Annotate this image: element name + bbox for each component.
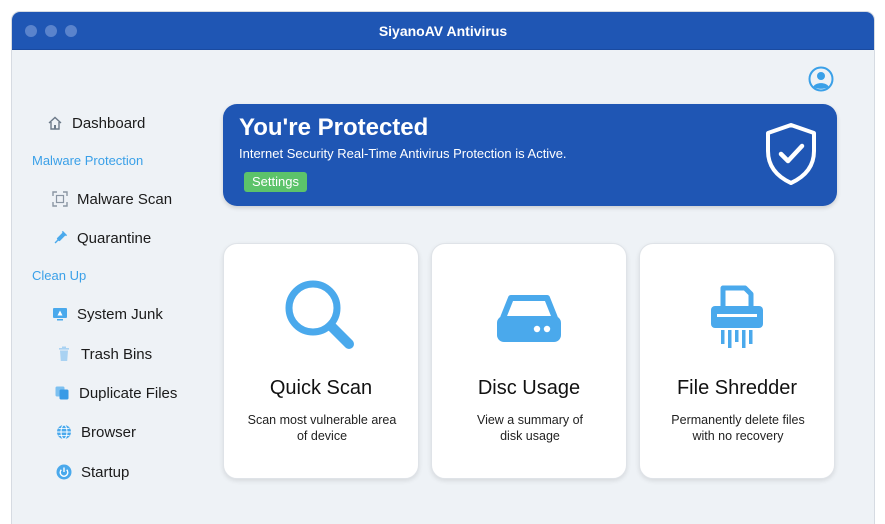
app-window: SiyanoAV Antivirus Dashboard Malware Pro…: [12, 12, 874, 524]
disc-usage-card[interactable]: Disc Usage View a summary of disk usage: [431, 243, 627, 479]
trash-icon: [55, 345, 73, 363]
power-icon: [55, 463, 73, 481]
shield-check-icon: [766, 123, 816, 185]
sidebar-item-label: Quarantine: [77, 229, 152, 247]
sidebar-item-startup[interactable]: Startup: [55, 460, 129, 484]
user-account-icon[interactable]: [808, 66, 834, 92]
protection-status-title: You're Protected: [239, 114, 429, 141]
quick-scan-card[interactable]: Quick Scan Scan most vulnerable area of …: [223, 243, 419, 479]
hard-drive-icon: [497, 295, 561, 342]
sidebar-item-label: Trash Bins: [81, 345, 153, 363]
section-label-malware-protection: Malware Protection: [32, 153, 144, 168]
card-title: Quick Scan: [269, 377, 373, 399]
sidebar-item-malware-scan[interactable]: Malware Scan: [51, 187, 172, 211]
sidebar-item-dashboard[interactable]: Dashboard: [46, 111, 145, 135]
duplicate-files-icon: [53, 384, 71, 402]
settings-button[interactable]: Settings: [244, 172, 307, 192]
sidebar-item-label: Dashboard: [72, 114, 146, 132]
globe-icon: [55, 423, 73, 441]
protection-status-banner: You're Protected Internet Security Real-…: [223, 104, 837, 206]
monitor-icon: [51, 305, 69, 323]
sidebar-item-quarantine[interactable]: Quarantine: [51, 226, 151, 250]
sidebar-item-label: Malware Scan: [77, 190, 173, 208]
sidebar: Dashboard Malware Protection Malware Sca…: [12, 50, 212, 524]
home-icon: [46, 114, 64, 132]
card-description: Scan most vulnerable area of device: [247, 413, 397, 443]
sidebar-item-trash-bins[interactable]: Trash Bins: [55, 342, 152, 366]
title-bar: SiyanoAV Antivirus: [12, 12, 874, 50]
card-title: Disc Usage: [477, 377, 581, 399]
syringe-icon: [51, 229, 69, 247]
sidebar-item-label: Browser: [81, 423, 137, 441]
scan-frame-icon: [51, 190, 69, 208]
section-label-clean-up: Clean Up: [32, 268, 87, 283]
window-title: SiyanoAV Antivirus: [378, 23, 508, 39]
sidebar-item-system-junk[interactable]: System Junk: [51, 302, 163, 326]
sidebar-item-duplicate-files[interactable]: Duplicate Files: [53, 381, 177, 405]
card-description: View a summary of disk usage: [476, 413, 584, 443]
protection-status-subtitle: Internet Security Real-Time Antivirus Pr…: [239, 146, 567, 161]
file-shredder-card[interactable]: File Shredder Permanently delete files w…: [639, 243, 835, 479]
card-title: File Shredder: [676, 377, 798, 399]
sidebar-item-label: Duplicate Files: [79, 384, 178, 402]
sidebar-item-label: Startup: [81, 463, 130, 481]
shredder-icon: [711, 285, 763, 348]
magnifier-icon: [285, 280, 354, 349]
card-description: Permanently delete files with no recover…: [671, 413, 805, 443]
sidebar-item-browser[interactable]: Browser: [55, 420, 136, 444]
sidebar-item-label: System Junk: [77, 305, 163, 323]
